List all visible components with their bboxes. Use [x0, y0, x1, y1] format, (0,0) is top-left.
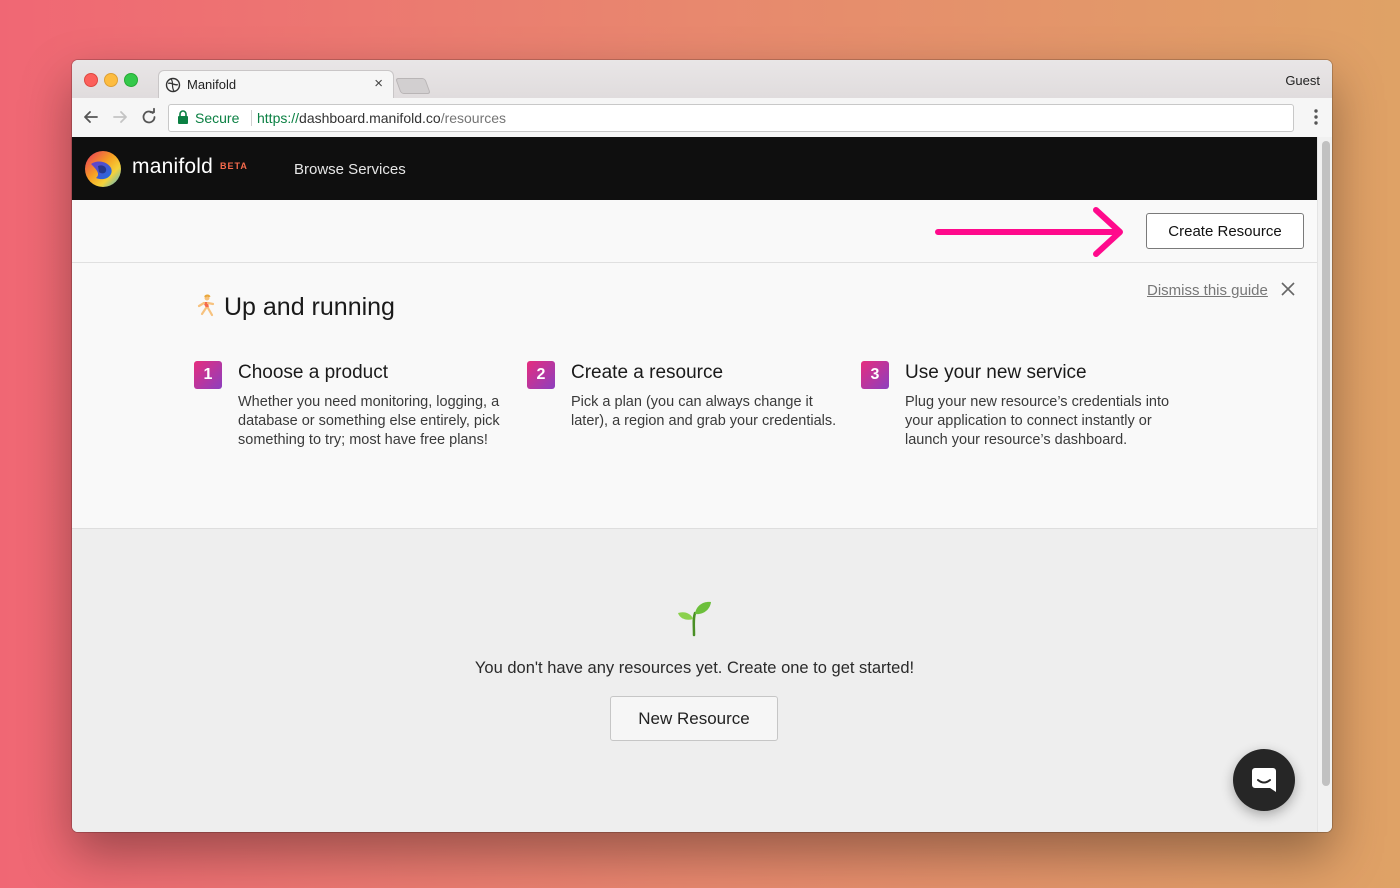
- step-description: Plug your new resource’s credentials int…: [905, 394, 1170, 448]
- browser-menu-icon[interactable]: [1314, 109, 1318, 130]
- step-title: Use your new service: [905, 362, 1087, 383]
- lock-icon: [177, 110, 189, 129]
- brand-name: manifold: [132, 155, 213, 178]
- zoom-window-button[interactable]: [124, 73, 138, 87]
- address-url[interactable]: https://dashboard.manifold.co/resources: [257, 110, 506, 126]
- secure-label: Secure: [195, 110, 240, 126]
- page-viewport: manifold BETA Browse Services Create Res…: [72, 137, 1317, 832]
- action-bar: Create Resource: [72, 200, 1317, 263]
- tab-title: Manifold: [187, 77, 237, 92]
- chat-icon: [1252, 768, 1276, 792]
- empty-message: You don't have any resources yet. Create…: [474, 659, 915, 677]
- guide-title: Up and running: [194, 293, 395, 325]
- chat-launcher-button[interactable]: [1233, 749, 1295, 811]
- address-bar[interactable]: Secure https://dashboard.manifold.co/res…: [168, 104, 1294, 132]
- dismiss-guide-link[interactable]: Dismiss this guide: [1147, 282, 1268, 299]
- beta-badge: BETA: [220, 161, 248, 171]
- reload-icon[interactable]: [139, 107, 159, 127]
- manifold-logo-icon[interactable]: [84, 150, 122, 188]
- tab-close-icon[interactable]: ×: [374, 75, 383, 92]
- minimize-window-button[interactable]: [104, 73, 118, 87]
- pointer-arrow-icon: [934, 204, 1124, 265]
- step-description: Pick a plan (you can always change it la…: [571, 394, 837, 429]
- page-scrollbar[interactable]: [1317, 137, 1332, 832]
- sprout-icon: [674, 597, 714, 642]
- browser-window: Manifold × Guest Secure https://dashboar…: [72, 60, 1332, 832]
- close-window-button[interactable]: [84, 73, 98, 87]
- step-title: Create a resource: [571, 362, 724, 383]
- back-arrow-icon[interactable]: [81, 107, 101, 127]
- step-number-badge: 3: [861, 361, 889, 389]
- nav-browse-services[interactable]: Browse Services: [294, 161, 406, 178]
- forward-arrow-icon[interactable]: [110, 107, 130, 127]
- new-tab-button[interactable]: [395, 78, 431, 94]
- step-title: Choose a product: [238, 362, 388, 383]
- scrollbar-thumb[interactable]: [1322, 141, 1330, 786]
- step-number-badge: 2: [527, 361, 555, 389]
- close-icon[interactable]: [1281, 282, 1295, 301]
- new-resource-button[interactable]: New Resource: [610, 696, 778, 741]
- step-number-badge: 1: [194, 361, 222, 389]
- browser-tab-manifold[interactable]: Manifold ×: [158, 70, 394, 101]
- guide-title-text: Up and running: [224, 293, 395, 321]
- runner-icon: [194, 294, 218, 325]
- url-host: dashboard.manifold.co: [299, 110, 441, 126]
- url-scheme: https://: [257, 110, 300, 126]
- app-header: manifold BETA Browse Services: [72, 137, 1317, 200]
- onboarding-guide: Up and running Dismiss this guide 1 Choo…: [72, 263, 1317, 529]
- create-resource-button[interactable]: Create Resource: [1146, 213, 1304, 249]
- browser-toolbar: Secure https://dashboard.manifold.co/res…: [72, 98, 1332, 138]
- manifold-favicon-icon: [165, 77, 181, 98]
- profile-label[interactable]: Guest: [1285, 73, 1320, 88]
- title-bar: Manifold × Guest: [72, 60, 1332, 101]
- step-description: Whether you need monitoring, logging, a …: [238, 394, 500, 448]
- empty-state: You don't have any resources yet. Create…: [72, 529, 1317, 832]
- address-separator: [251, 110, 252, 126]
- url-path: /resources: [440, 110, 507, 126]
